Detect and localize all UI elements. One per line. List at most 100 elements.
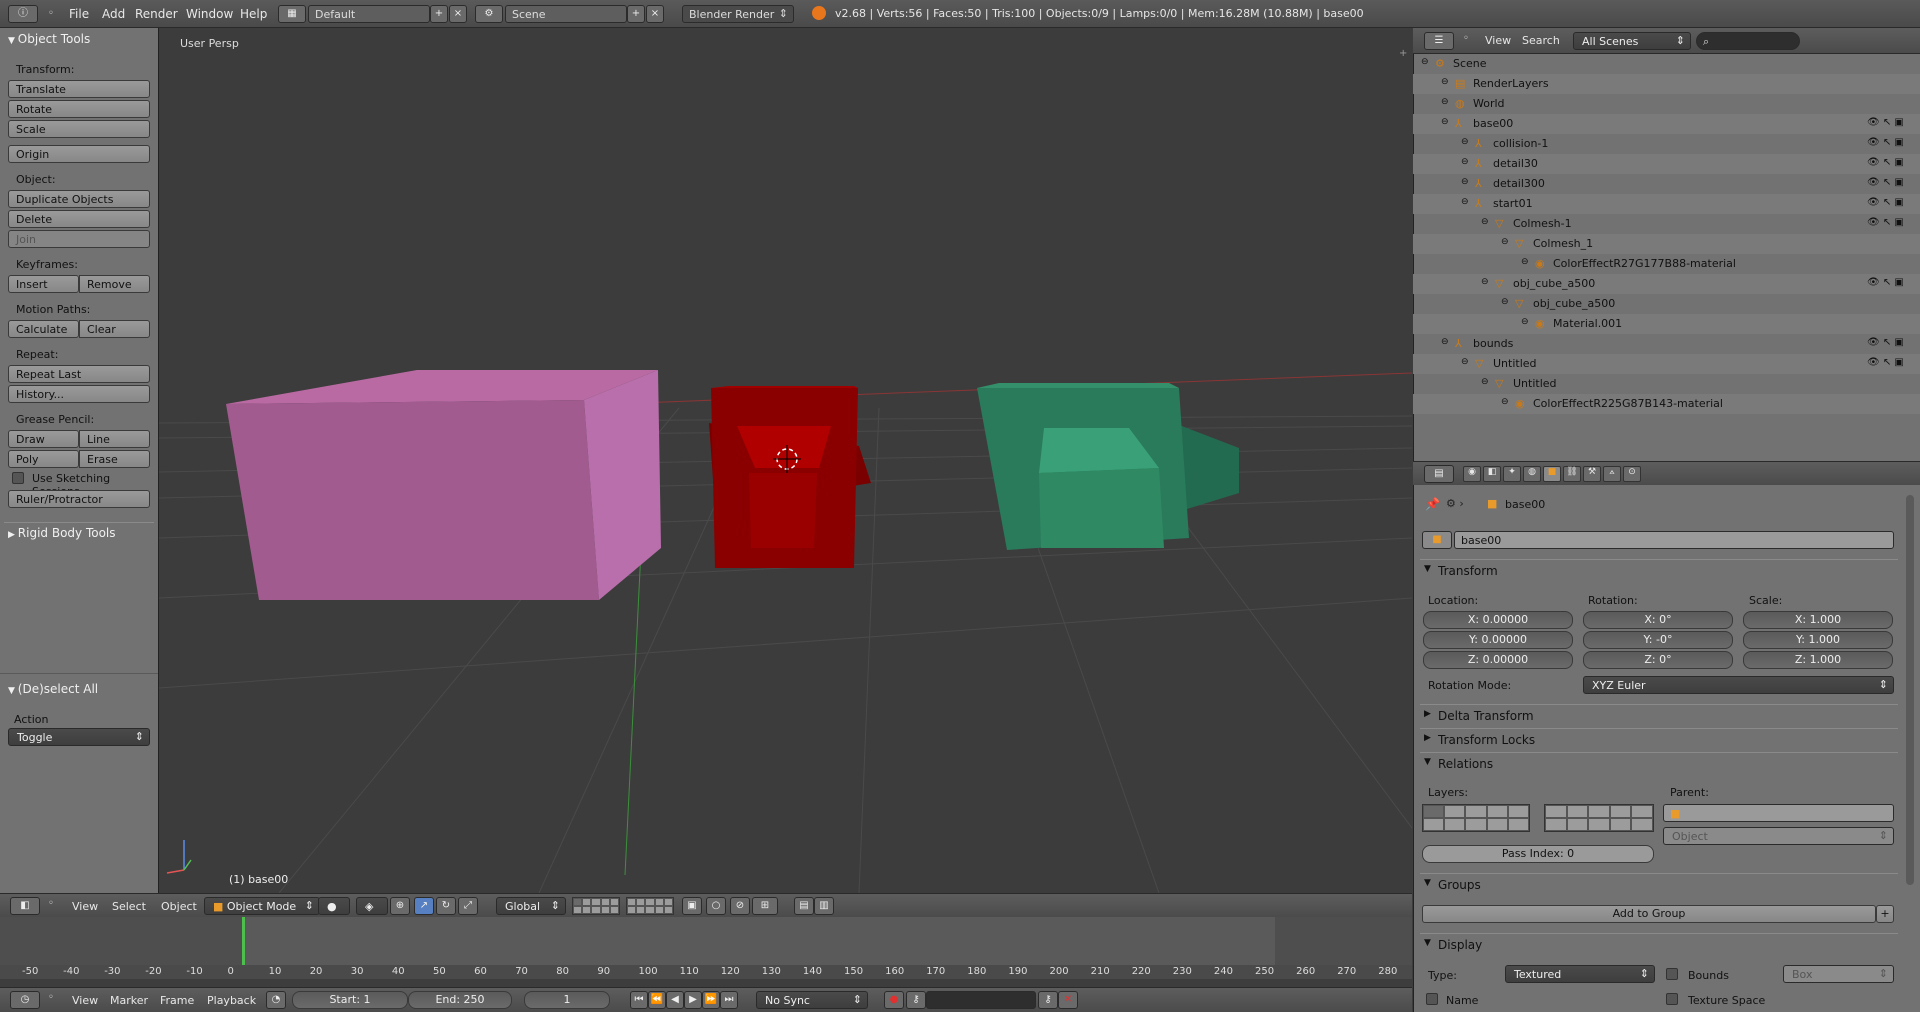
outliner-item[interactable]: ⊖ ▽ obj_cube_a500 👁 ↖ ▣	[1413, 274, 1920, 294]
repeat-last-button[interactable]: Repeat Last	[8, 365, 150, 383]
clear-button[interactable]: Clear	[79, 320, 150, 338]
object-layers-group-1[interactable]	[1422, 804, 1530, 832]
menu-render[interactable]: Render	[135, 7, 178, 21]
render-animation-icon[interactable]: ▥	[814, 897, 834, 915]
menu-search[interactable]: Search	[1522, 34, 1560, 47]
outliner-search-input[interactable]: ⌕	[1696, 32, 1800, 50]
expand-toggle-icon[interactable]: ⊖	[1521, 257, 1529, 267]
data-tab-icon[interactable]: ⟑	[1603, 466, 1621, 482]
rotation-mode-select[interactable]: XYZ Euler ⇕	[1583, 676, 1894, 694]
collapse-icon[interactable]: ◦	[48, 992, 54, 1003]
scale-button[interactable]: Scale	[8, 120, 150, 138]
delete-button[interactable]: Delete	[8, 210, 150, 228]
menu-select[interactable]: Select	[112, 900, 146, 913]
red-object[interactable]	[709, 386, 871, 568]
remove-keyframe-button[interactable]: Remove	[79, 275, 150, 293]
remove-scene-icon[interactable]: ×	[646, 5, 664, 23]
duplicate-objects-button[interactable]: Duplicate Objects	[8, 190, 150, 208]
editor-type-icon[interactable]: ◧	[10, 897, 40, 915]
transform-locks-panel-header[interactable]: ▶ Transform Locks	[1420, 728, 1898, 750]
pink-box-object[interactable]	[226, 370, 661, 600]
viewport-canvas[interactable]	[159, 28, 1412, 893]
viewport-shading-select[interactable]: ●	[318, 897, 350, 915]
outliner-item[interactable]: ⊖ ⚙ Scene	[1413, 54, 1920, 74]
outliner-item[interactable]: ⊖ ◉ Material.001	[1413, 314, 1920, 334]
rotation-x-field[interactable]: X: 0°	[1583, 611, 1733, 629]
screen-layout-field[interactable]: Default	[308, 5, 430, 23]
calculate-button[interactable]: Calculate	[8, 320, 79, 338]
line-button[interactable]: Line	[79, 430, 150, 448]
outliner-item[interactable]: ⊖ ◍ World	[1413, 94, 1920, 114]
delete-keyframe-icon[interactable]: ✕	[1058, 991, 1078, 1009]
visibility-toggles-icon[interactable]: 👁 ↖ ▣	[1867, 117, 1904, 128]
delta-transform-panel-header[interactable]: ▶ Delta Transform	[1420, 704, 1898, 726]
jump-start-icon[interactable]: ⏮	[630, 991, 648, 1009]
menu-view[interactable]: View	[72, 900, 98, 913]
object-name-field[interactable]: base00	[1454, 531, 1894, 549]
3d-viewport[interactable]: +	[159, 28, 1412, 893]
render-layers-tab-icon[interactable]: ◧	[1483, 466, 1501, 482]
outliner-item[interactable]: ⊖ ⅄ detail30 👁 ↖ ▣	[1413, 154, 1920, 174]
transform-panel-header[interactable]: ▼ Transform	[1420, 559, 1898, 581]
pass-index-field[interactable]: Pass Index: 0	[1422, 845, 1654, 863]
collapse-icon[interactable]: ◦	[1463, 33, 1469, 44]
visibility-toggles-icon[interactable]: 👁 ↖ ▣	[1867, 197, 1904, 208]
proportional-edit-icon[interactable]: ○	[706, 897, 726, 915]
poly-button[interactable]: Poly	[8, 450, 79, 468]
next-keyframe-icon[interactable]: ⏩	[702, 991, 720, 1009]
add-to-group-button[interactable]: Add to Group	[1422, 905, 1876, 923]
translate-manipulator-icon[interactable]: ↗	[414, 897, 434, 915]
tools-toggle-icon[interactable]: +	[1399, 48, 1407, 59]
expand-toggle-icon[interactable]: ⊖	[1461, 357, 1469, 367]
current-frame-marker[interactable]	[242, 917, 245, 965]
visibility-toggles-icon[interactable]: 👁 ↖ ▣	[1867, 157, 1904, 168]
editor-type-icon[interactable]: ◷	[10, 991, 40, 1009]
object-layers-group-2[interactable]	[1544, 804, 1654, 832]
keying-set-field[interactable]	[926, 991, 1036, 1009]
mode-select[interactable]: ■ Object Mode ⇕	[204, 897, 320, 915]
outliner-item[interactable]: ⊖ ▽ Colmesh-1 👁 ↖ ▣	[1413, 214, 1920, 234]
snap-element-icon[interactable]: ⊞	[752, 897, 778, 915]
visibility-toggles-icon[interactable]: 👁 ↖ ▣	[1867, 337, 1904, 348]
outliner-item[interactable]: ⊖ ▽ Untitled	[1413, 374, 1920, 394]
add-scene-icon[interactable]: +	[627, 5, 645, 23]
scale-y-field[interactable]: Y: 1.000	[1743, 631, 1893, 649]
outliner-item[interactable]: ⊖ ⅄ base00 👁 ↖ ▣	[1413, 114, 1920, 134]
keying-set-icon[interactable]: ⚷	[906, 991, 926, 1009]
render-preview-icon[interactable]: ▤	[794, 897, 814, 915]
origin-button[interactable]: Origin	[8, 145, 150, 163]
menu-add[interactable]: Add	[102, 7, 125, 21]
collapse-icon[interactable]: ◦	[48, 898, 54, 909]
relations-panel-header[interactable]: ▼ Relations	[1420, 752, 1898, 774]
add-screen-icon[interactable]: +	[430, 5, 448, 23]
expand-toggle-icon[interactable]: ⊖	[1481, 377, 1489, 387]
sync-select[interactable]: No Sync ⇕	[756, 991, 868, 1009]
insert-keyframe-icon[interactable]: ⚷	[1038, 991, 1058, 1009]
modifiers-tab-icon[interactable]: ⚒	[1583, 466, 1601, 482]
expand-toggle-icon[interactable]: ⊖	[1481, 277, 1489, 287]
timeline-ruler[interactable]: -50 -40 -30 -20 -10 0 10 20 30 40 50 60 70 80 90 100 110…	[0, 965, 1412, 979]
physics-tab-icon[interactable]: ⊙	[1623, 466, 1641, 482]
erase-button[interactable]: Erase	[79, 450, 150, 468]
expand-toggle-icon[interactable]: ⊖	[1441, 77, 1449, 87]
sketching-checkbox[interactable]	[12, 472, 24, 484]
visibility-toggles-icon[interactable]: 👁 ↖ ▣	[1867, 137, 1904, 148]
texture-space-checkbox[interactable]	[1666, 993, 1678, 1005]
menu-view[interactable]: View	[1485, 34, 1511, 47]
expand-toggle-icon[interactable]: ⊖	[1481, 217, 1489, 227]
scale-x-field[interactable]: X: 1.000	[1743, 611, 1893, 629]
menu-object[interactable]: Object	[161, 900, 197, 913]
menu-marker[interactable]: Marker	[110, 994, 148, 1007]
menu-frame[interactable]: Frame	[160, 994, 194, 1007]
menu-playback[interactable]: Playback	[207, 994, 256, 1007]
collapse-icon[interactable]: ◦	[48, 8, 54, 19]
deselect-all-header[interactable]: ▼ (De)select All	[8, 682, 98, 696]
menu-help[interactable]: Help	[240, 7, 267, 21]
rotate-button[interactable]: Rotate	[8, 100, 150, 118]
expand-toggle-icon[interactable]: ⊖	[1421, 57, 1429, 67]
history-button[interactable]: History...	[8, 385, 150, 403]
visibility-toggles-icon[interactable]: 👁 ↖ ▣	[1867, 277, 1904, 288]
expand-toggle-icon[interactable]: ⊖	[1461, 197, 1469, 207]
ruler-protractor-button[interactable]: Ruler/Protractor	[8, 490, 150, 508]
outliner-item[interactable]: ⊖ ▤ RenderLayers	[1413, 74, 1920, 94]
